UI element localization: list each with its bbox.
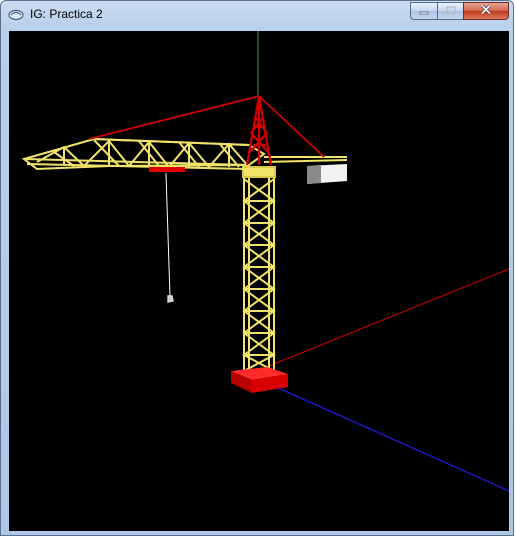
x-axis	[263, 268, 509, 369]
minimize-button[interactable]	[410, 2, 437, 20]
app-window: IG: Practica 2	[0, 0, 514, 536]
tower-top	[245, 95, 273, 166]
support-cables	[88, 95, 325, 158]
crane-scene	[21, 31, 509, 492]
minimize-icon	[419, 2, 429, 20]
window-title: IG: Practica 2	[30, 7, 103, 21]
crane-jib	[21, 137, 348, 171]
title-bar[interactable]: IG: Practica 2	[1, 1, 513, 31]
maximize-button[interactable]	[437, 2, 463, 20]
opengl-viewport[interactable]	[9, 31, 509, 531]
z-axis	[266, 382, 509, 492]
trolley	[149, 167, 185, 172]
opengl-app-icon	[8, 8, 24, 21]
counterweight	[307, 164, 347, 184]
close-icon	[480, 2, 492, 20]
close-button[interactable]	[463, 2, 509, 20]
hook-cable	[165, 172, 171, 298]
maximize-icon	[445, 2, 456, 20]
hook	[167, 295, 174, 303]
tower-mast	[242, 166, 276, 372]
